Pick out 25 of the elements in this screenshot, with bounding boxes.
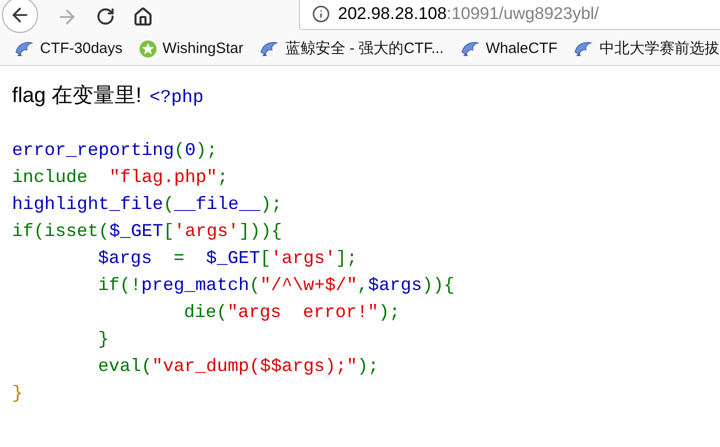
code-line: <?php: [150, 87, 204, 110]
address-bar[interactable]: 202.98.28.108:10991/uwg8923ybl/: [299, 0, 720, 30]
home-icon: [133, 6, 153, 26]
url-text: 202.98.28.108:10991/uwg8923ybl/: [338, 3, 599, 26]
code-line: include "flag.php";: [12, 167, 228, 190]
back-button[interactable]: [2, 0, 38, 32]
code-line: if(isset($_GET['args'])){: [12, 221, 282, 244]
code-line: error_reporting(0);: [12, 140, 218, 163]
code-line: eval("var_dump($$args);");: [98, 356, 379, 379]
bookmark-item[interactable]: 中北大学赛前选拔: [573, 38, 720, 60]
code-line: $args = $_GET['args'];: [98, 248, 358, 271]
bookmark-item[interactable]: WishingStar: [138, 38, 244, 60]
reload-icon: [96, 7, 115, 26]
code-line: die("args error!");: [184, 302, 400, 325]
code-line: highlight_file(__file__);: [12, 194, 282, 217]
bookmark-item[interactable]: WhaleCTF: [460, 38, 558, 60]
code-line: }: [12, 383, 23, 406]
home-button[interactable]: [133, 6, 153, 26]
info-icon: [312, 5, 330, 23]
page-heading: flag 在变量里!: [12, 83, 142, 109]
bookmark-item[interactable]: CTF-30days: [14, 38, 123, 60]
code-line: }: [98, 329, 109, 352]
reload-button[interactable]: [96, 7, 115, 26]
code-line: if(!preg_match("/^\w+$/",$args)){: [98, 275, 455, 298]
bookmark-item[interactable]: 蓝鲸安全 - 强大的CTF...: [259, 38, 444, 60]
